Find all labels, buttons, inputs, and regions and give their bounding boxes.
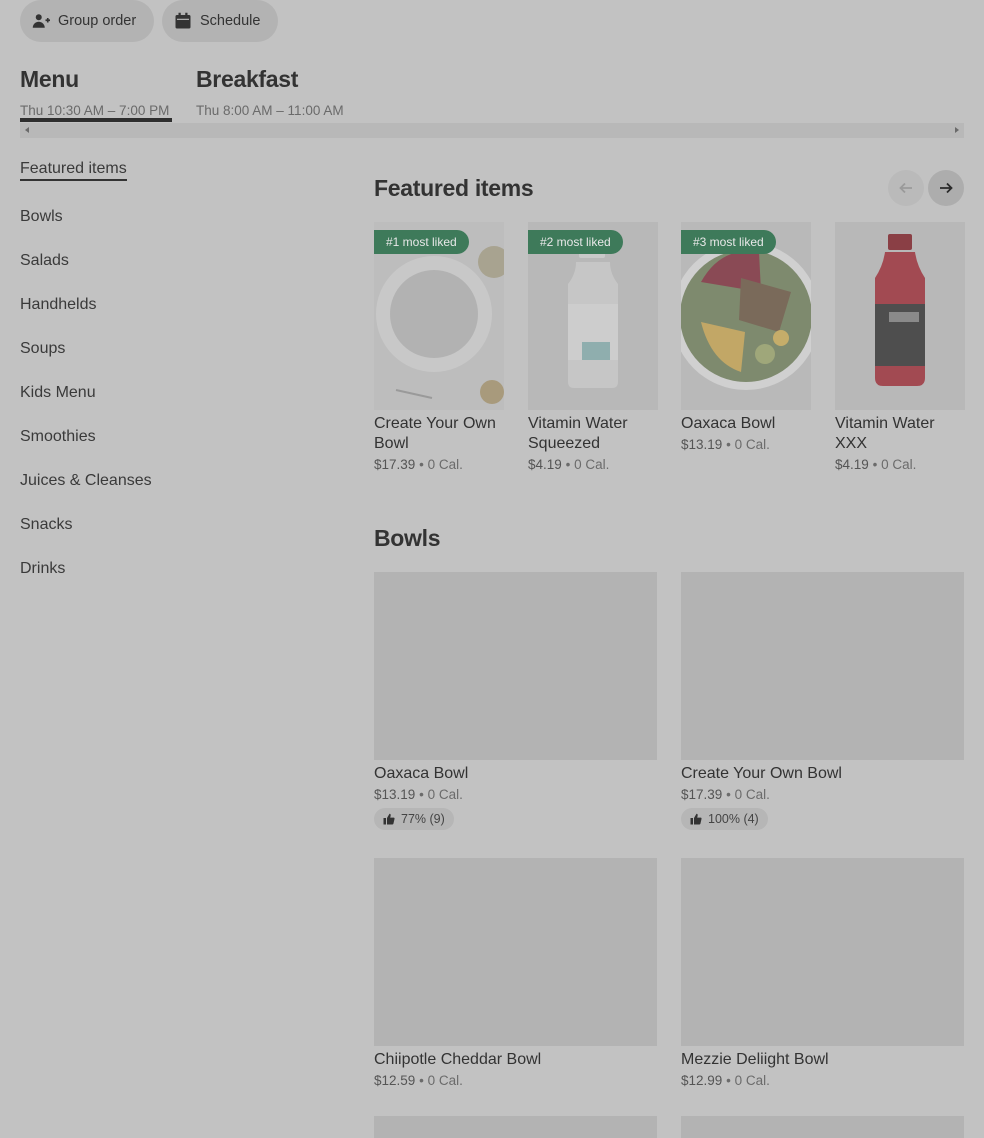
item-image-placeholder	[681, 858, 964, 1046]
item-name: Vitamin Water Squeezed	[528, 415, 628, 452]
item-price: $17.39	[374, 457, 416, 472]
item-calories: 0 Cal.	[427, 787, 463, 802]
tabs-scrollbar[interactable]	[20, 123, 964, 138]
item-calories: 0 Cal.	[574, 457, 610, 472]
featured-section-title: Featured items	[374, 175, 534, 201]
tab-menu[interactable]: Menu Thu 10:30 AM – 7:00 PM	[20, 66, 172, 122]
item-image-placeholder	[681, 572, 964, 760]
menu-item-card[interactable]: Create Your Own Bowl $17.39 • 0 Cal. 100…	[681, 572, 964, 830]
featured-item-image: #1 most liked	[374, 222, 504, 410]
featured-item-card[interactable]: #3 most liked Oaxaca Bowl $13.19 • 0 Cal…	[681, 222, 811, 452]
item-calories: 0 Cal.	[881, 457, 917, 472]
item-price: $12.99	[681, 1073, 723, 1088]
vitaminwater-xxx-bottle-image	[835, 222, 965, 410]
bowls-section-title: Bowls	[374, 525, 441, 551]
carousel-next-button[interactable]	[928, 170, 964, 206]
item-price: $4.19	[835, 457, 869, 472]
featured-item-image: #2 most liked	[528, 222, 658, 410]
sidebar-item-smoothies[interactable]: Smoothies	[20, 428, 96, 446]
item-image-placeholder	[374, 572, 657, 760]
sidebar-item-juices[interactable]: Juices & Cleanses	[20, 472, 152, 490]
tab-breakfast-title: Breakfast	[196, 66, 299, 92]
carousel-prev-button[interactable]	[888, 170, 924, 206]
item-name: Create Your Own Bowl	[374, 415, 496, 452]
item-name: Mezzie Deliight Bowl	[681, 1051, 829, 1068]
featured-item-image: #3 most liked	[681, 222, 811, 410]
arrow-right-icon	[940, 182, 953, 194]
item-calories: 0 Cal.	[734, 787, 770, 802]
item-calories: 0 Cal.	[734, 1073, 770, 1088]
featured-item-card[interactable]: Vitamin Water XXX $4.19 • 0 Cal.	[835, 222, 965, 472]
item-name: Create Your Own Bowl	[681, 765, 842, 782]
item-name: Oaxaca Bowl	[374, 765, 469, 782]
sidebar-item-drinks[interactable]: Drinks	[20, 560, 65, 578]
scroll-left-arrow-icon[interactable]	[25, 127, 29, 133]
item-image-placeholder[interactable]	[374, 1116, 657, 1138]
rating-value: 100% (4)	[708, 812, 759, 826]
tab-menu-title: Menu	[20, 66, 79, 92]
thumbs-up-icon	[690, 813, 702, 825]
rating-badge: 77% (9)	[374, 808, 454, 830]
schedule-button[interactable]: Schedule	[162, 0, 278, 42]
arrow-left-icon	[899, 182, 912, 194]
meta-separator: •	[726, 1073, 731, 1088]
rating-value: 77% (9)	[401, 812, 445, 826]
item-price: $13.19	[681, 437, 723, 452]
most-liked-badge: #3 most liked	[681, 230, 776, 254]
featured-item-card[interactable]: #2 most liked Vitamin Water Squeezed $4.…	[528, 222, 658, 472]
most-liked-badge: #2 most liked	[528, 230, 623, 254]
tab-breakfast-hours: Thu 8:00 AM – 11:00 AM	[196, 103, 344, 118]
item-calories: 0 Cal.	[427, 457, 463, 472]
tab-breakfast[interactable]: Breakfast Thu 8:00 AM – 11:00 AM	[196, 66, 344, 118]
item-price: $4.19	[528, 457, 562, 472]
menu-item-card[interactable]: Mezzie Deliight Bowl $12.99 • 0 Cal.	[681, 858, 964, 1088]
group-order-button[interactable]: Group order	[20, 0, 154, 42]
meta-separator: •	[726, 787, 731, 802]
add-person-icon	[32, 14, 50, 28]
menu-item-card[interactable]: Chiipotle Cheddar Bowl $12.59 • 0 Cal.	[374, 858, 657, 1088]
scroll-right-arrow-icon[interactable]	[955, 127, 959, 133]
item-price: $12.59	[374, 1073, 416, 1088]
calendar-icon	[175, 12, 191, 29]
item-price: $17.39	[681, 787, 723, 802]
meta-separator: •	[419, 787, 424, 802]
sidebar-item-bowls[interactable]: Bowls	[20, 208, 63, 226]
featured-item-image	[835, 222, 965, 410]
sidebar-item-snacks[interactable]: Snacks	[20, 516, 72, 534]
rating-badge: 100% (4)	[681, 808, 768, 830]
item-calories: 0 Cal.	[734, 437, 770, 452]
thumbs-up-icon	[383, 813, 395, 825]
meta-separator: •	[565, 457, 571, 472]
sidebar-item-featured[interactable]: Featured items	[20, 160, 127, 181]
sidebar-item-salads[interactable]: Salads	[20, 252, 69, 270]
group-order-label: Group order	[58, 13, 137, 29]
meta-separator: •	[419, 457, 424, 472]
item-price: $13.19	[374, 787, 416, 802]
meta-separator: •	[872, 457, 878, 472]
menu-item-card[interactable]: Oaxaca Bowl $13.19 • 0 Cal. 77% (9)	[374, 572, 657, 830]
featured-item-card[interactable]: #1 most liked Create Your Own Bowl $17.3…	[374, 222, 504, 472]
tab-menu-hours: Thu 10:30 AM – 7:00 PM	[20, 103, 170, 118]
item-image-placeholder[interactable]	[681, 1116, 964, 1138]
item-calories: 0 Cal.	[427, 1073, 463, 1088]
sidebar-item-kids-menu[interactable]: Kids Menu	[20, 384, 96, 402]
meta-separator: •	[419, 1073, 424, 1088]
meta-separator: •	[726, 437, 731, 452]
most-liked-badge: #1 most liked	[374, 230, 469, 254]
item-name: Oaxaca Bowl	[681, 415, 776, 432]
sidebar-item-soups[interactable]: Soups	[20, 340, 65, 358]
item-name: Chiipotle Cheddar Bowl	[374, 1051, 542, 1068]
sidebar-item-handhelds[interactable]: Handhelds	[20, 296, 97, 314]
schedule-label: Schedule	[200, 13, 261, 29]
item-image-placeholder	[374, 858, 657, 1046]
active-tab-indicator	[20, 118, 172, 122]
item-name: Vitamin Water XXX	[835, 415, 935, 452]
